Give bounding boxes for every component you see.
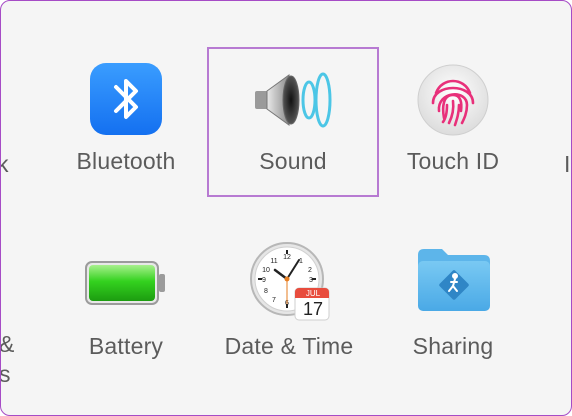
pane-battery[interactable]: Battery xyxy=(53,237,199,377)
clipped-label-left-bottom-2: s xyxy=(0,361,11,387)
svg-text:10: 10 xyxy=(262,267,270,274)
svg-text:9: 9 xyxy=(262,277,266,284)
clipped-label-left-bottom-1: & xyxy=(0,331,15,357)
svg-text:8: 8 xyxy=(264,288,268,295)
clipped-label-right-top: I xyxy=(564,151,571,177)
pane-label-battery: Battery xyxy=(88,333,164,359)
pane-date-time[interactable]: 12 1 2 3 9 10 11 8 7 6 JU xyxy=(213,237,365,377)
calendar-month: JUL xyxy=(305,289,321,298)
preference-panes-grid: k & s I Bluetooth xyxy=(1,1,571,415)
pane-bluetooth[interactable]: Bluetooth xyxy=(53,51,199,191)
pane-sharing[interactable]: Sharing xyxy=(383,237,523,377)
svg-text:12: 12 xyxy=(283,254,291,261)
pane-label-sound: Sound xyxy=(259,148,327,174)
pane-label-sharing: Sharing xyxy=(412,333,494,359)
pane-label-touch-id: Touch ID xyxy=(406,148,500,174)
svg-text:7: 7 xyxy=(272,297,276,304)
pane-sound[interactable]: Sound xyxy=(209,49,377,195)
speaker-icon xyxy=(255,72,332,128)
svg-text:3: 3 xyxy=(309,277,313,284)
svg-text:2: 2 xyxy=(308,267,312,274)
clipped-label-left-top: k xyxy=(1,151,9,178)
pane-label-bluetooth: Bluetooth xyxy=(76,148,176,174)
battery-icon xyxy=(85,261,165,305)
svg-text:11: 11 xyxy=(270,258,277,265)
svg-text:1: 1 xyxy=(299,258,303,265)
folder-sharing-icon xyxy=(418,249,490,311)
calendar-day: 17 xyxy=(302,299,324,319)
preferences-window: k & s I Bluetooth xyxy=(0,0,572,416)
pane-label-date-time: Date & Time xyxy=(224,333,354,359)
pane-touch-id[interactable]: Touch ID xyxy=(383,51,523,191)
bluetooth-icon xyxy=(90,63,162,135)
fingerprint-icon xyxy=(417,64,489,136)
